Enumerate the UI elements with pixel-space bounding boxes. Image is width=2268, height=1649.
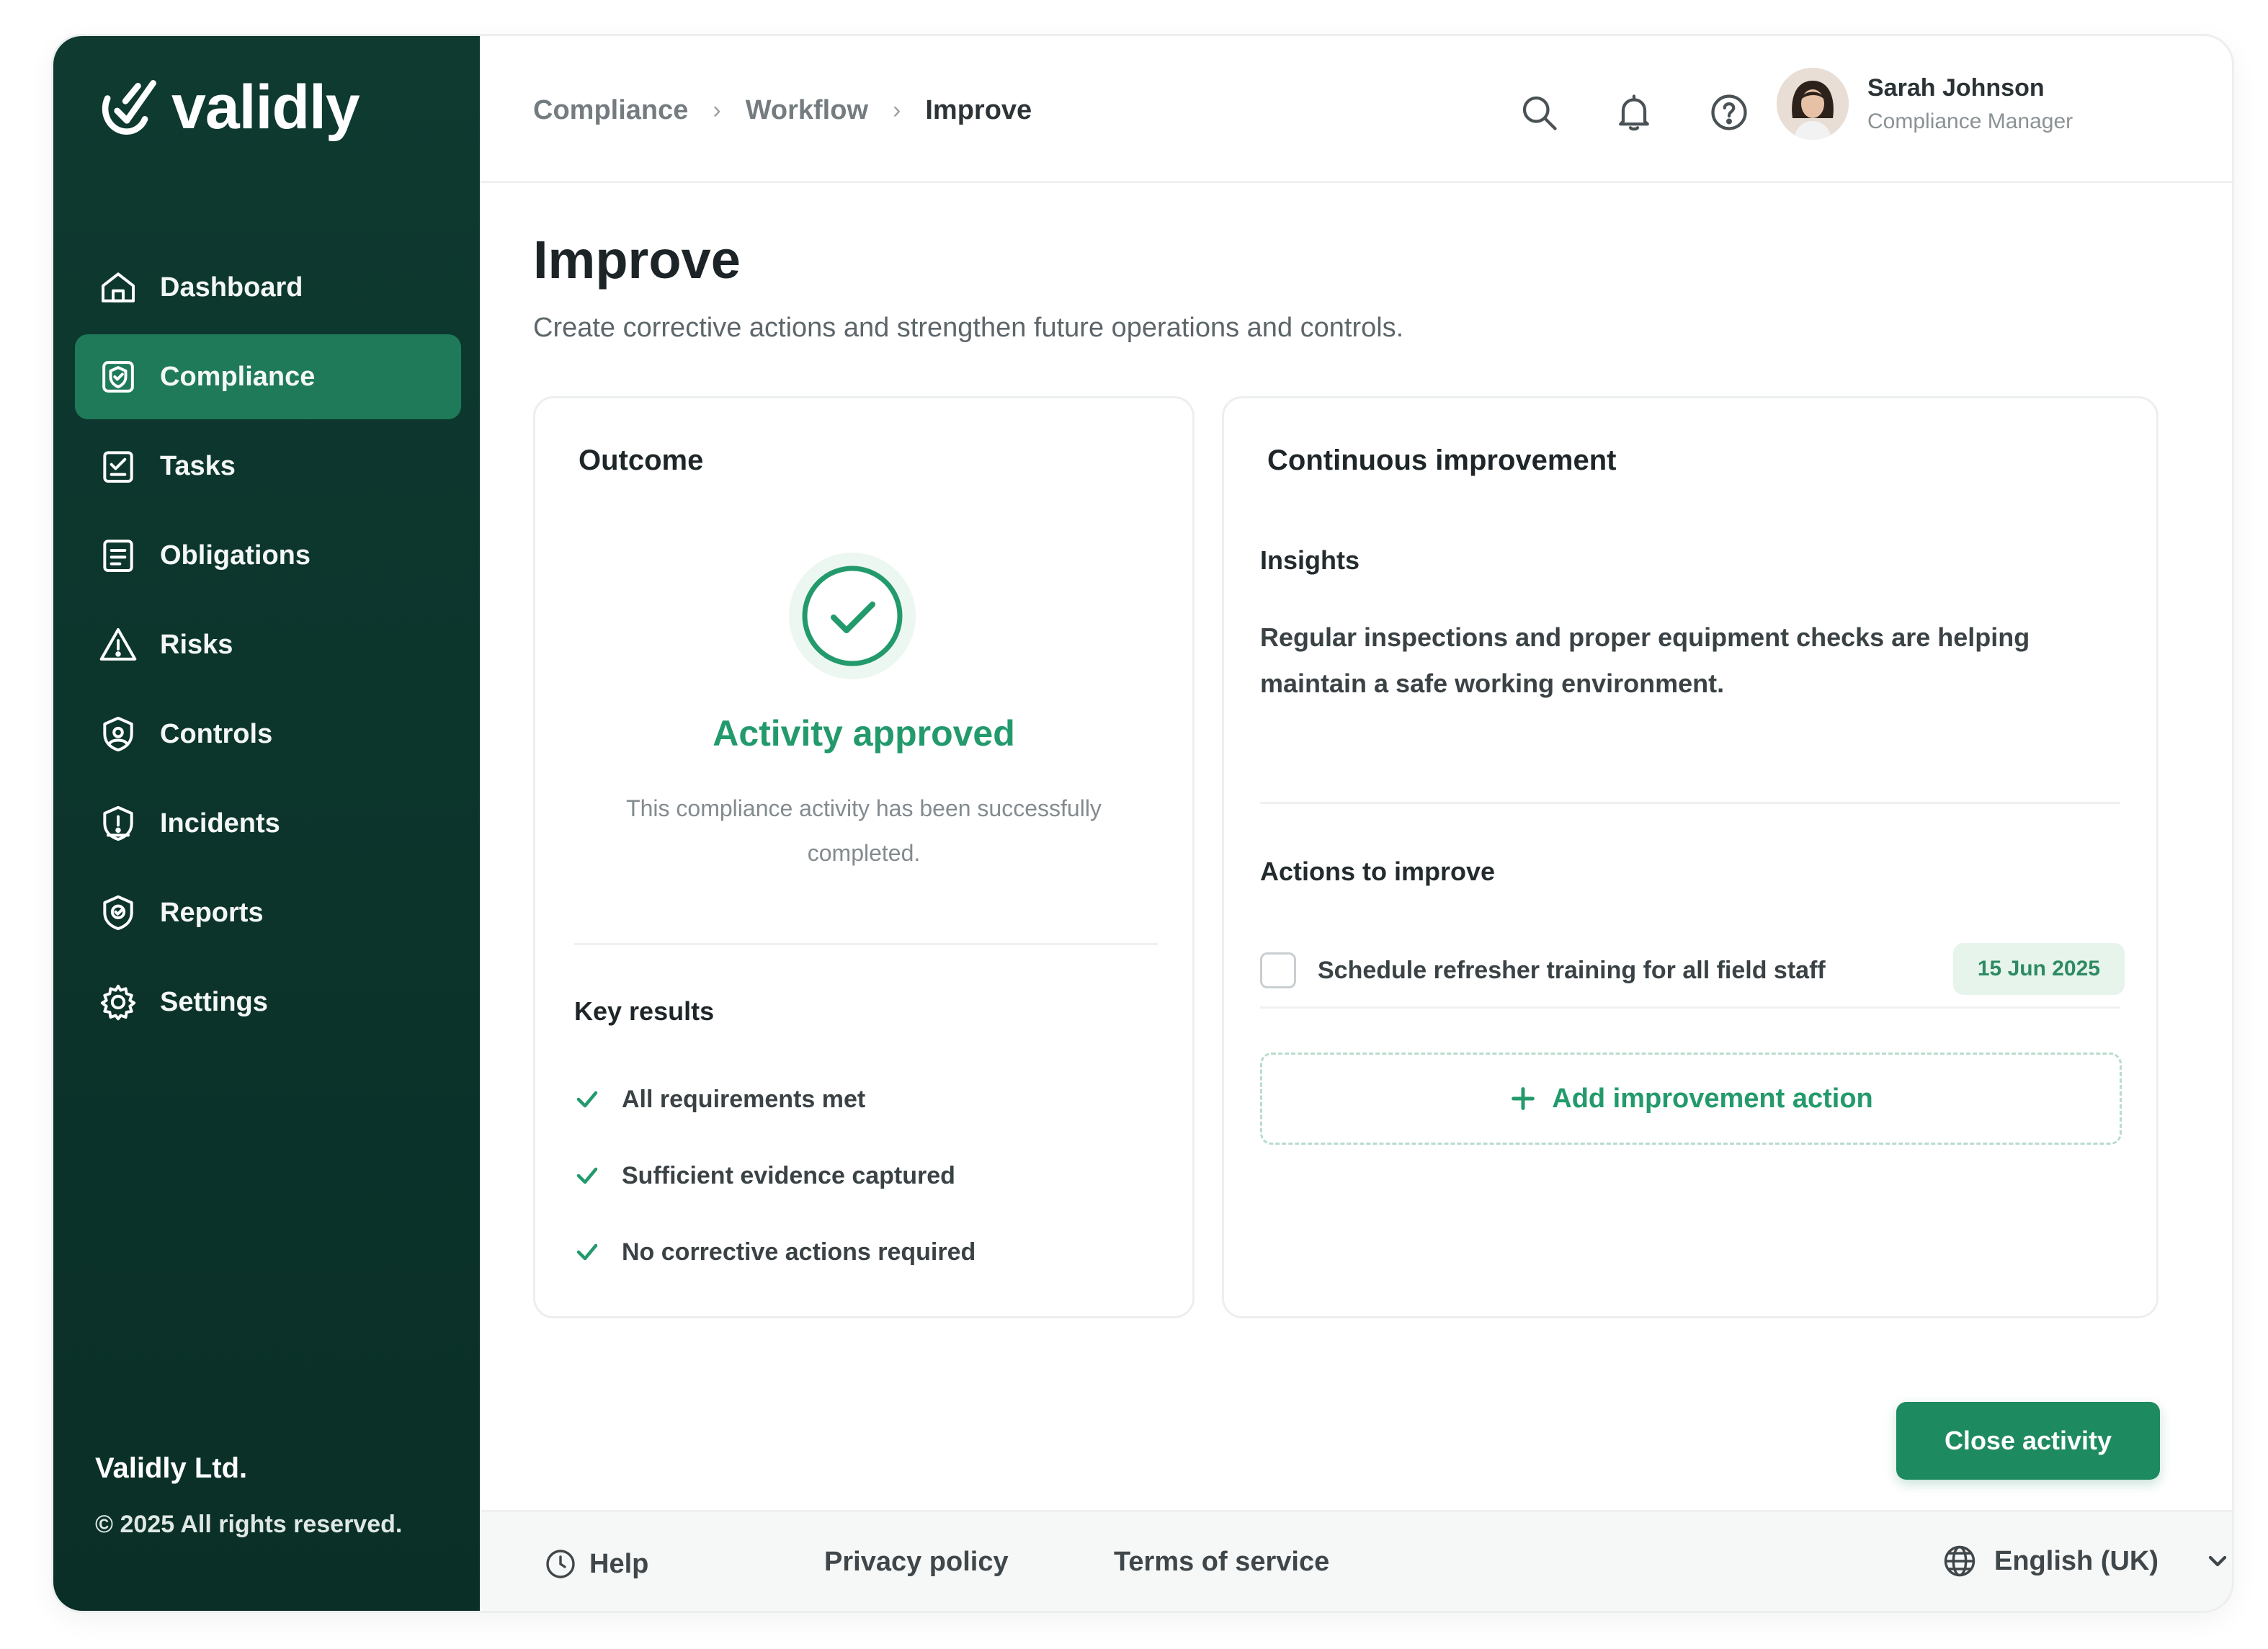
compliance-icon <box>102 361 134 393</box>
reports-icon <box>103 895 133 931</box>
approval-status-title: Activity approved <box>713 713 1015 754</box>
action-checkbox[interactable] <box>1260 952 1296 988</box>
insights-text: Regular inspections and proper equipment… <box>1260 622 2030 698</box>
home-icon <box>102 272 135 303</box>
continuous-improvement-heading: Continuous improvement <box>1267 444 1617 476</box>
close-activity-button[interactable]: Close activity <box>1896 1402 2160 1480</box>
sidebar: validly Dashboard Compliance Tasks Oblig… <box>53 36 480 1611</box>
footer-help-link[interactable]: Help <box>543 1547 648 1581</box>
company-name: Validly Ltd. <box>95 1452 248 1484</box>
insights-heading: Insights <box>1260 545 1360 575</box>
breadcrumb-workflow[interactable]: Workflow <box>746 95 868 126</box>
key-result-label: No corrective actions required <box>622 1238 976 1266</box>
key-result-label: All requirements met <box>622 1085 866 1113</box>
check-icon <box>576 1167 598 1184</box>
chevron-right-icon: › <box>713 97 721 124</box>
key-results-heading: Key results <box>574 996 715 1026</box>
search-icon[interactable] <box>1517 91 1561 134</box>
warning-icon <box>99 628 137 661</box>
chevron-right-icon: › <box>893 97 901 124</box>
incidents-icon <box>103 805 133 841</box>
improvement-action-row: Schedule refresher training for all fiel… <box>1260 940 2125 1001</box>
list-item: All requirements met <box>574 1061 975 1138</box>
footer-terms-link[interactable]: Terms of service <box>1114 1547 1329 1578</box>
list-item: Sufficient evidence captured <box>574 1138 975 1214</box>
page-title: Improve <box>533 230 741 290</box>
check-icon <box>576 1091 598 1108</box>
breadcrumb-improve: Improve <box>925 95 1032 125</box>
list-item: No corrective actions required <box>574 1214 975 1290</box>
bell-icon[interactable] <box>1612 91 1656 134</box>
outcome-heading: Outcome <box>579 444 704 476</box>
app-window: validly Dashboard Compliance Tasks Oblig… <box>53 36 2232 1611</box>
sidebar-item-obligations[interactable]: Obligations <box>75 513 461 598</box>
approved-check-icon <box>787 551 917 681</box>
continuous-improvement-card: Continuous improvement Insights Regular … <box>1222 396 2158 1318</box>
sidebar-item-dashboard[interactable]: Dashboard <box>75 245 461 330</box>
due-date-badge: 15 Jun 2025 <box>1952 943 2125 995</box>
sidebar-item-label: Incidents <box>160 808 280 839</box>
logo-text: validly <box>171 73 360 142</box>
sidebar-item-label: Obligations <box>160 540 311 571</box>
sidebar-item-incidents[interactable]: Incidents <box>75 781 461 866</box>
divider <box>574 943 1158 945</box>
sidebar-item-risks[interactable]: Risks <box>75 602 461 687</box>
tasks-icon <box>103 451 133 483</box>
copyright-text: © 2025 All rights reserved. <box>95 1511 403 1538</box>
globe-icon <box>1944 1545 1975 1577</box>
divider <box>1260 1006 2120 1009</box>
obligations-icon <box>103 540 133 572</box>
sidebar-item-label: Settings <box>160 986 268 1017</box>
help-icon[interactable] <box>1707 91 1751 134</box>
sidebar-item-compliance[interactable]: Compliance <box>75 334 461 419</box>
logo-check-icon <box>94 73 163 143</box>
sidebar-item-label: Risks <box>160 629 233 660</box>
footer-help-label: Help <box>589 1548 649 1579</box>
avatar <box>1777 68 1849 140</box>
gear-icon <box>100 984 136 1021</box>
sidebar-item-label: Controls <box>160 718 273 749</box>
sidebar-footer: Validly Ltd. © 2025 All rights reserved. <box>95 1452 402 1539</box>
add-action-label: Add improvement action <box>1552 1083 1873 1114</box>
sidebar-item-label: Reports <box>160 897 264 928</box>
key-results-list: All requirements met Sufficient evidence… <box>574 1061 975 1290</box>
key-result-label: Sufficient evidence captured <box>622 1161 955 1189</box>
header-actions <box>1517 91 1751 134</box>
breadcrumb-compliance[interactable]: Compliance <box>533 95 688 126</box>
footer-privacy-link[interactable]: Privacy policy <box>824 1547 1009 1578</box>
page-subtitle: Create corrective actions and strengthen… <box>533 313 1404 343</box>
app-logo[interactable]: validly <box>94 72 360 143</box>
sidebar-item-label: Tasks <box>160 450 236 481</box>
sidebar-item-reports[interactable]: Reports <box>75 870 461 955</box>
sidebar-item-settings[interactable]: Settings <box>75 960 461 1045</box>
language-label: English (UK) <box>1994 1545 2158 1576</box>
page-footer: Help Privacy policy Terms of service Eng… <box>480 1510 2232 1611</box>
sidebar-item-controls[interactable]: Controls <box>75 692 461 777</box>
action-label: Schedule refresher training for all fiel… <box>1318 956 1826 984</box>
clock-help-icon <box>546 1550 575 1578</box>
check-icon <box>576 1243 598 1261</box>
breadcrumb: Compliance › Workflow › Improve <box>533 95 1032 126</box>
approval-status-text: This compliance activity has been succes… <box>626 795 1102 866</box>
user-info: Sarah Johnson Compliance Manager <box>1867 74 2073 134</box>
language-selector[interactable]: English (UK) <box>1941 1542 2232 1580</box>
actions-heading: Actions to improve <box>1260 857 1496 886</box>
add-improvement-action-button[interactable]: Add improvement action <box>1260 1053 2122 1145</box>
top-header: Compliance › Workflow › Improve Sarah Jo… <box>480 36 2232 183</box>
sidebar-nav: Dashboard Compliance Tasks Obligations R… <box>75 245 461 1049</box>
controls-icon <box>103 716 133 752</box>
user-role: Compliance Manager <box>1867 109 2073 133</box>
sidebar-item-tasks[interactable]: Tasks <box>75 424 461 509</box>
divider <box>1260 802 2120 804</box>
outcome-card: Outcome Activity approved This complianc… <box>533 396 1195 1318</box>
sidebar-item-label: Dashboard <box>160 272 303 303</box>
plus-icon <box>1512 1087 1535 1110</box>
user-menu[interactable]: Sarah Johnson Compliance Manager <box>1777 68 2073 140</box>
sidebar-item-label: Compliance <box>160 361 316 392</box>
user-name: Sarah Johnson <box>1867 73 2045 102</box>
chevron-down-icon <box>2208 1555 2227 1567</box>
